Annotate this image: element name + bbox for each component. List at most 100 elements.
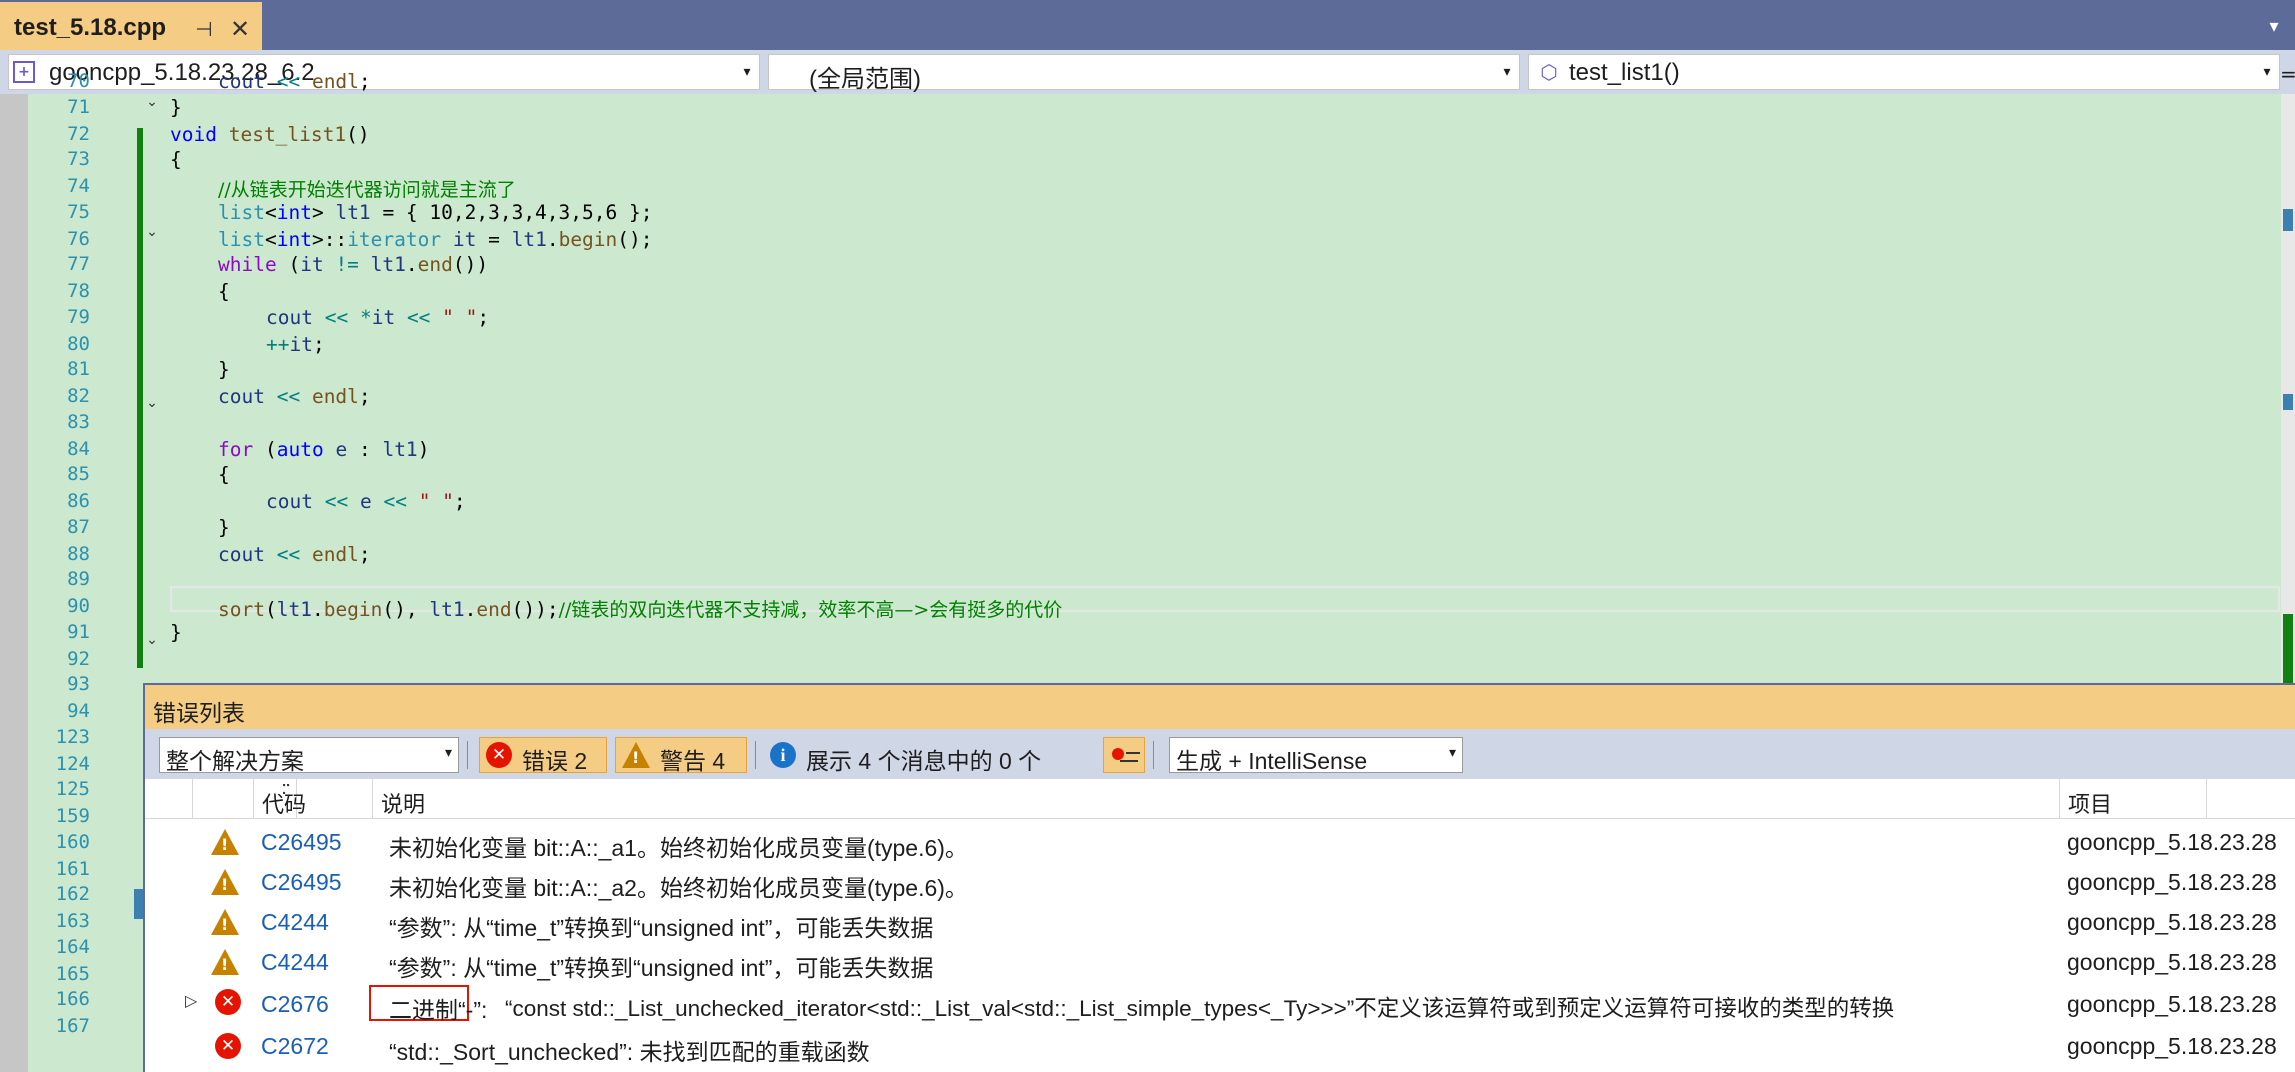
build-filter-dropdown[interactable]: 生成 + IntelliSense ▾ (1169, 737, 1463, 774)
member-dropdown[interactable]: ⬡ test_list1() ▾ (1528, 54, 2280, 90)
line-number: 79 (67, 306, 90, 328)
line-number: 70 (67, 70, 90, 92)
warning-icon: ! (211, 909, 239, 935)
line-number: 125 (55, 778, 90, 800)
line-number: 74 (67, 175, 90, 197)
scope-filter-dropdown[interactable]: 整个解决方案 ▾ (159, 737, 459, 774)
fold-icon[interactable]: ⌄ (146, 633, 158, 647)
code-line-72: void test_list1() (170, 123, 370, 146)
line-number: 85 (67, 463, 90, 485)
line-number: 75 (67, 201, 90, 223)
code-line-79: cout << *it << " "; (266, 306, 490, 329)
row-code[interactable]: C4244 (261, 909, 329, 936)
code-line-81: } (218, 358, 230, 381)
errors-toggle-button[interactable]: ✕ 错误 2 (479, 737, 607, 774)
table-row[interactable]: ! C26495 未初始化变量 bit::A::_a1。始终初始化成员变量(ty… (145, 821, 2295, 861)
row-project: gooncpp_5.18.23.28 (2067, 991, 2277, 1017)
row-description: 未初始化变量 bit::A::_a1。始终初始化成员变量(type.6)。 (389, 835, 968, 861)
row-code[interactable]: C4244 (261, 949, 329, 976)
code-line-76: list<int>::iterator it = lt1.begin(); (218, 228, 653, 251)
column-project-label: 项目 (2068, 792, 2113, 817)
line-number: 86 (67, 490, 90, 512)
code-line-70: cout << endl; (218, 70, 371, 93)
line-number: 159 (55, 805, 90, 827)
error-list-panel: 错误列表 整个解决方案 ▾ ✕ 错误 2 ! 警告 4 i 展示 4 个消息中的… (143, 683, 2295, 1072)
row-description: “std::_Sort_unchecked”: 未找到匹配的重载函数 (389, 1039, 870, 1065)
row-description: “const std::_List_unchecked_iterator<std… (505, 996, 1895, 1021)
row-code[interactable]: C2676 (261, 991, 329, 1018)
row-project: gooncpp_5.18.23.28 (2067, 829, 2277, 855)
close-icon[interactable]: ✕ (228, 17, 252, 41)
line-number: 160 (55, 831, 90, 853)
project-dropdown[interactable]: + gooncpp_5.18.23.28_6.2 ▾ (8, 54, 760, 90)
warning-icon: ! (211, 949, 239, 975)
line-number: 83 (67, 411, 90, 433)
fold-icon[interactable]: ⌄ (146, 396, 158, 410)
row-project: gooncpp_5.18.23.28 (2067, 909, 2277, 935)
code-line-74: //从链表开始迭代器访问就是主流了 (218, 179, 516, 201)
filter-icon[interactable] (1103, 737, 1145, 773)
line-number: 76 (67, 228, 90, 250)
line-number: 124 (55, 753, 90, 775)
fold-icon[interactable]: ⌄ (146, 95, 158, 109)
line-number: 89 (67, 568, 90, 590)
document-tab[interactable]: test_5.18.cpp ⊣ ✕ (0, 2, 262, 50)
line-number: 161 (55, 858, 90, 880)
line-number: 80 (67, 333, 90, 355)
line-number: 92 (67, 648, 90, 670)
toolbar-separator (467, 741, 468, 769)
row-code[interactable]: C26495 (261, 869, 342, 896)
split-window-icon[interactable]: = (2280, 62, 2295, 86)
error-list-toolbar: 整个解决方案 ▾ ✕ 错误 2 ! 警告 4 i 展示 4 个消息中的 0 个 … (145, 729, 2295, 779)
error-list-title: 错误列表 (153, 700, 245, 726)
code-line-71: } (170, 96, 182, 119)
row-code[interactable]: C26495 (261, 829, 342, 856)
line-number: 90 (67, 595, 90, 617)
line-number: 166 (55, 988, 90, 1010)
scope-dropdown[interactable]: (全局范围) ▾ (768, 54, 1520, 93)
scope-filter-label: 整个解决方案 (166, 748, 304, 774)
code-line-77: while (it != lt1.end()) (218, 253, 489, 276)
messages-toggle-label: 展示 4 个消息中的 0 个 (806, 748, 1042, 774)
line-number: 78 (67, 280, 90, 302)
warning-icon: ! (211, 829, 239, 855)
table-row[interactable]: ! C26495 未初始化变量 bit::A::_a2。始终初始化成员变量(ty… (145, 861, 2295, 901)
column-description[interactable]: 说明 (373, 779, 2207, 819)
row-code[interactable]: C2672 (261, 1033, 329, 1060)
fold-icon[interactable]: ⌄ (146, 225, 158, 239)
column-project[interactable]: 项目 (2059, 779, 2295, 819)
error-list-header: ⠍ 代码 说明 项目 (145, 779, 2295, 819)
row-description: “参数”: 从“time_t”转换到“unsigned int”，可能丢失数据 (389, 955, 934, 981)
document-tab-title: test_5.18.cpp (14, 14, 167, 41)
chevron-down-icon: ▾ (743, 64, 751, 80)
pin-icon[interactable]: ⊣ (192, 17, 216, 41)
line-number: 81 (67, 358, 90, 380)
column-code[interactable]: 代码 (253, 779, 373, 819)
code-line-75: list<int> lt1 = { 10,2,3,3,4,3,5,6 }; (218, 201, 653, 224)
line-number: 77 (67, 253, 90, 275)
code-line-86: cout << e << " "; (266, 490, 466, 513)
line-number: 88 (67, 543, 90, 565)
line-number: 87 (67, 516, 90, 538)
line-number: 94 (67, 700, 90, 722)
line-number: 84 (67, 438, 90, 460)
table-row[interactable]: ! C4244 “参数”: 从“time_t”转换到“unsigned int”… (145, 901, 2295, 941)
table-row[interactable]: ▷ ✕ C2676 二进制“-”: “const std::_List_unch… (145, 981, 2295, 1025)
code-line-82: cout << endl; (218, 385, 371, 408)
table-row[interactable]: ✕ C2672 “std::_Sort_unchecked”: 未找到匹配的重载… (145, 1025, 2295, 1065)
code-line-85: { (218, 463, 230, 486)
tab-overflow-icon[interactable]: ▾ (2262, 16, 2286, 37)
error-icon: ✕ (215, 989, 241, 1015)
error-icon: ✕ (215, 1033, 241, 1059)
code-text[interactable]: cout << endl; } void test_list1() { //从链… (170, 70, 2270, 674)
scrollbar-marker (2283, 209, 2293, 231)
error-list-title-bar[interactable]: 错误列表 (145, 685, 2295, 729)
table-row[interactable]: ! C4244 “参数”: 从“time_t”转换到“unsigned int”… (145, 941, 2295, 981)
messages-toggle-button[interactable]: i 展示 4 个消息中的 0 个 (763, 737, 1097, 774)
warnings-toggle-button[interactable]: ! 警告 4 (615, 737, 747, 774)
line-number: 93 (67, 673, 90, 695)
error-icon: ✕ (486, 742, 512, 768)
chevron-down-icon: ▾ (2263, 64, 2271, 80)
expand-icon[interactable]: ▷ (185, 991, 197, 1010)
scope-dropdown-label: (全局范围) (809, 66, 921, 93)
